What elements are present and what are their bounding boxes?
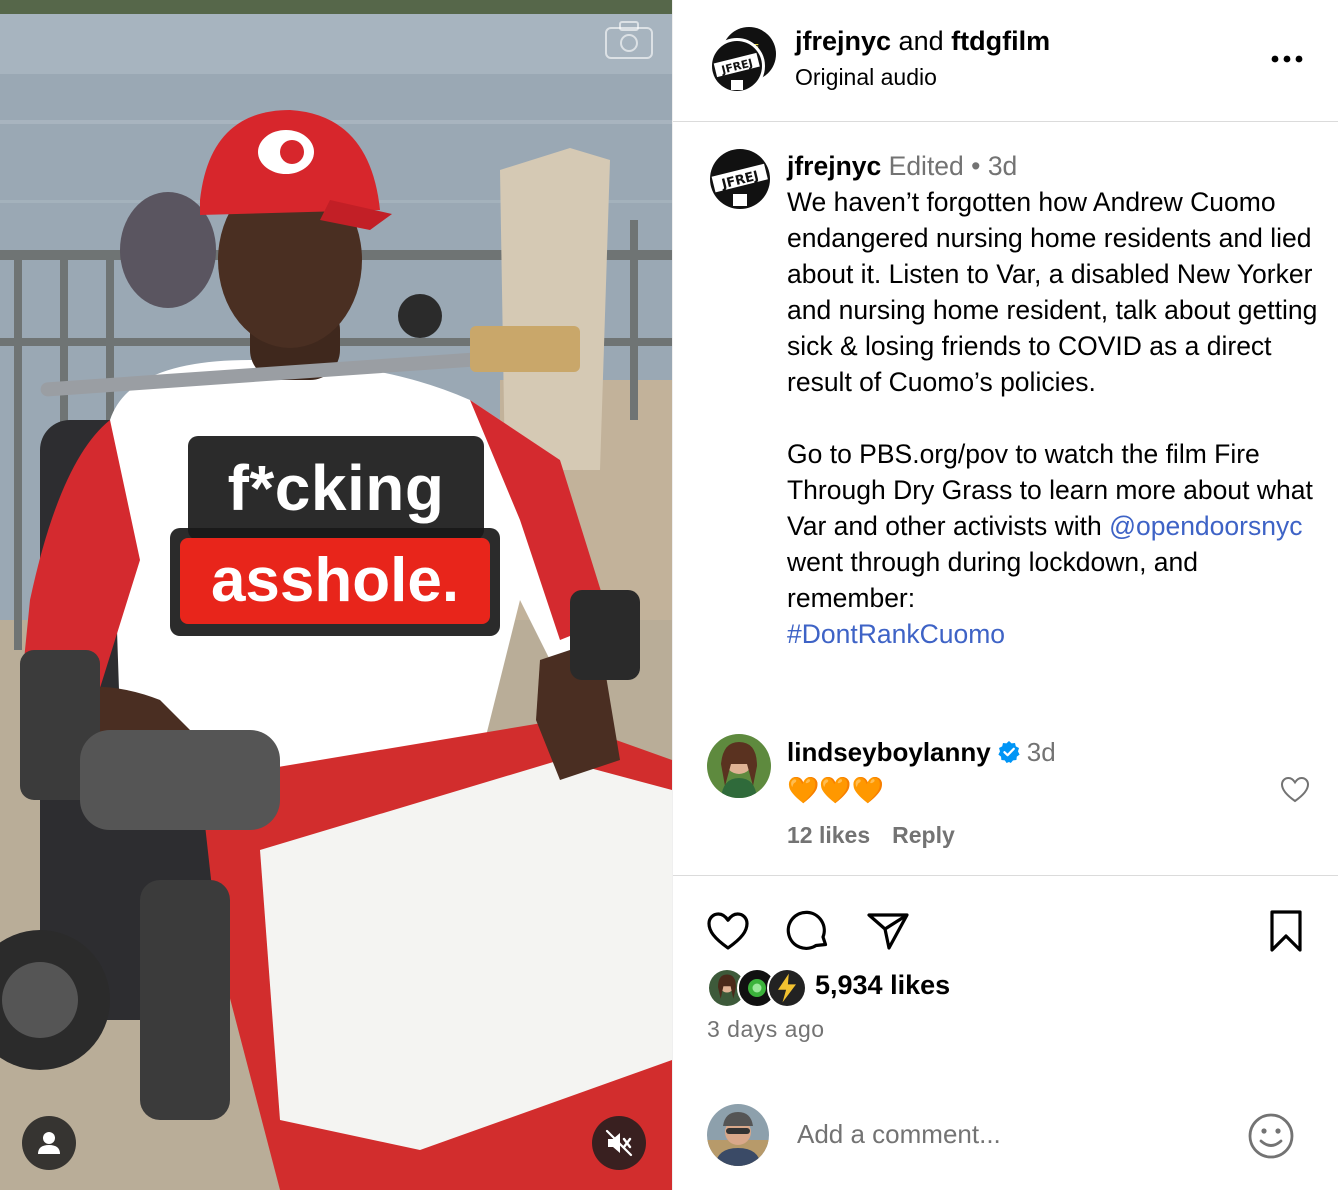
caption-body: jfrejnyc Edited • 3d We haven’t forgotte…: [787, 148, 1322, 652]
caption-line-2-box: asshole.: [170, 528, 500, 636]
tagged-users-button[interactable]: [22, 1116, 76, 1170]
author-avatar[interactable]: JFREJ: [709, 148, 771, 210]
post-date[interactable]: 3 days ago: [707, 1016, 825, 1043]
post-header: FIRE UGH JFREJ jfrejnyc and ftdgfilm Ori…: [673, 0, 1338, 122]
muted-speaker-icon: [605, 1129, 633, 1157]
meta-separator: •: [971, 151, 981, 181]
video-player[interactable]: f*cking asshole.: [0, 0, 672, 1190]
caption-text-p1: We haven’t forgotten how Andrew Cuomo en…: [787, 187, 1318, 397]
comment-footer: 12 likes Reply: [787, 822, 955, 849]
comment-time[interactable]: 3d: [1027, 737, 1056, 767]
like-heart-icon[interactable]: [705, 908, 751, 954]
caption-time[interactable]: 3d: [988, 151, 1017, 181]
user-tag-icon: [38, 1132, 60, 1154]
post-details-panel: FIRE UGH JFREJ jfrejnyc and ftdgfilm Ori…: [672, 0, 1338, 1190]
save-bookmark-icon[interactable]: [1263, 908, 1309, 954]
emoji-smiley-icon[interactable]: [1247, 1112, 1295, 1160]
comment-header: lindseyboylanny 3d: [787, 734, 1056, 770]
comment-like-heart-icon[interactable]: [1279, 774, 1311, 806]
commenter-avatar[interactable]: [707, 734, 771, 798]
caption-text-p2b: went through during lockdown, and rememb…: [787, 547, 1199, 613]
caption-line-1: f*cking: [188, 436, 484, 540]
mute-toggle-button[interactable]: [592, 1116, 646, 1170]
reply-button[interactable]: Reply: [892, 822, 955, 848]
collab-avatar[interactable]: FIRE UGH JFREJ: [709, 26, 777, 94]
and-label: and: [891, 26, 952, 56]
hashtag-link[interactable]: #DontRankCuomo: [787, 619, 1005, 649]
collab-usernames: jfrejnyc and ftdgfilm: [795, 26, 1050, 57]
comment-bubble-icon[interactable]: [785, 908, 831, 954]
comment-input[interactable]: [797, 1114, 1217, 1154]
caption-username[interactable]: jfrejnyc: [787, 151, 881, 181]
more-options-icon[interactable]: [1267, 44, 1307, 74]
commenter-username[interactable]: lindseyboylanny: [787, 737, 991, 767]
verified-badge-icon: [998, 741, 1020, 763]
comment-item: lindseyboylanny 3d 🧡🧡🧡 12 likes Reply: [673, 730, 1338, 876]
caption-line-2: asshole.: [180, 538, 490, 624]
user1-link[interactable]: jfrejnyc: [795, 26, 891, 56]
audio-link[interactable]: Original audio: [795, 64, 937, 91]
likes-summary[interactable]: 5,934 likes: [707, 968, 1327, 1008]
comment-likes[interactable]: 12 likes: [787, 822, 870, 848]
camera-icon: [605, 21, 653, 59]
liker-avatar: [767, 968, 807, 1008]
edited-label: Edited: [888, 151, 964, 181]
current-user-avatar: [707, 1104, 769, 1166]
mention-link[interactable]: @opendoorsnyc: [1109, 511, 1302, 541]
share-paper-plane-icon[interactable]: [865, 908, 911, 954]
likes-count[interactable]: 5,934 likes: [815, 970, 950, 1001]
user2-link[interactable]: ftdgfilm: [951, 26, 1050, 56]
comment-composer: [673, 1100, 1338, 1170]
comment-text: 🧡🧡🧡: [787, 775, 885, 805]
